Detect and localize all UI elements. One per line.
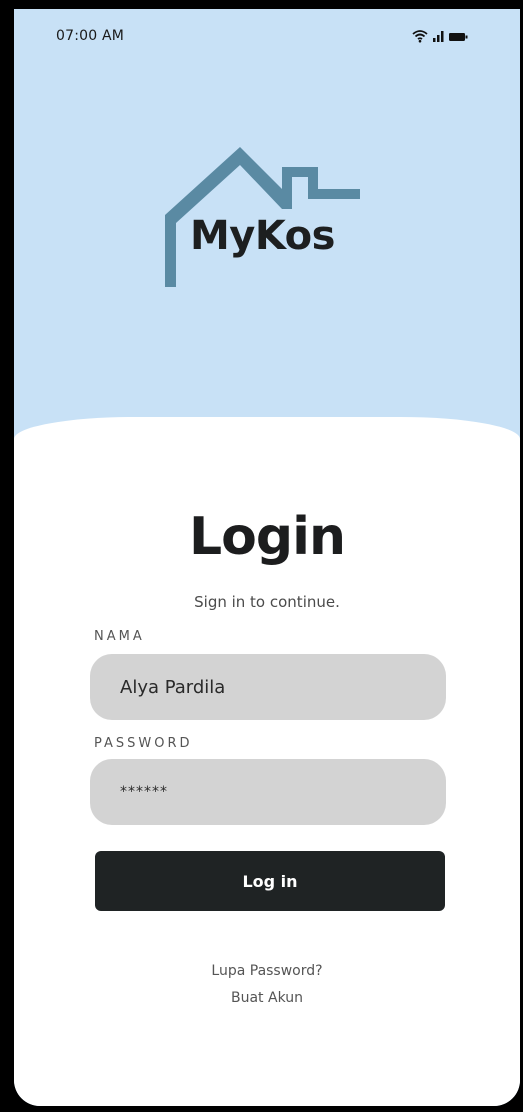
signal-icon	[433, 31, 444, 42]
forgot-password-link[interactable]: Lupa Password?	[14, 963, 520, 979]
password-label: PASSWORD	[94, 736, 193, 751]
name-label: NAMA	[94, 629, 145, 644]
status-time: 07:00 AM	[56, 28, 125, 44]
login-title: Login	[189, 507, 346, 567]
login-subtitle: Sign in to continue.	[194, 593, 340, 611]
phone-screen: 07:00 AM MyKos Login Sign in to continue…	[14, 9, 520, 1106]
wifi-icon	[412, 30, 428, 43]
battery-icon	[449, 33, 468, 41]
name-input[interactable]: Alya Pardila	[90, 654, 446, 720]
brand-name: MyKos	[190, 213, 335, 259]
name-input-value: Alya Pardila	[120, 676, 226, 698]
login-button[interactable]: Log in	[95, 851, 445, 911]
password-input[interactable]: ******	[90, 759, 446, 825]
status-icons	[412, 30, 468, 43]
login-button-label: Log in	[242, 871, 298, 891]
password-input-value: ******	[120, 784, 168, 800]
create-account-link[interactable]: Buat Akun	[14, 990, 520, 1006]
